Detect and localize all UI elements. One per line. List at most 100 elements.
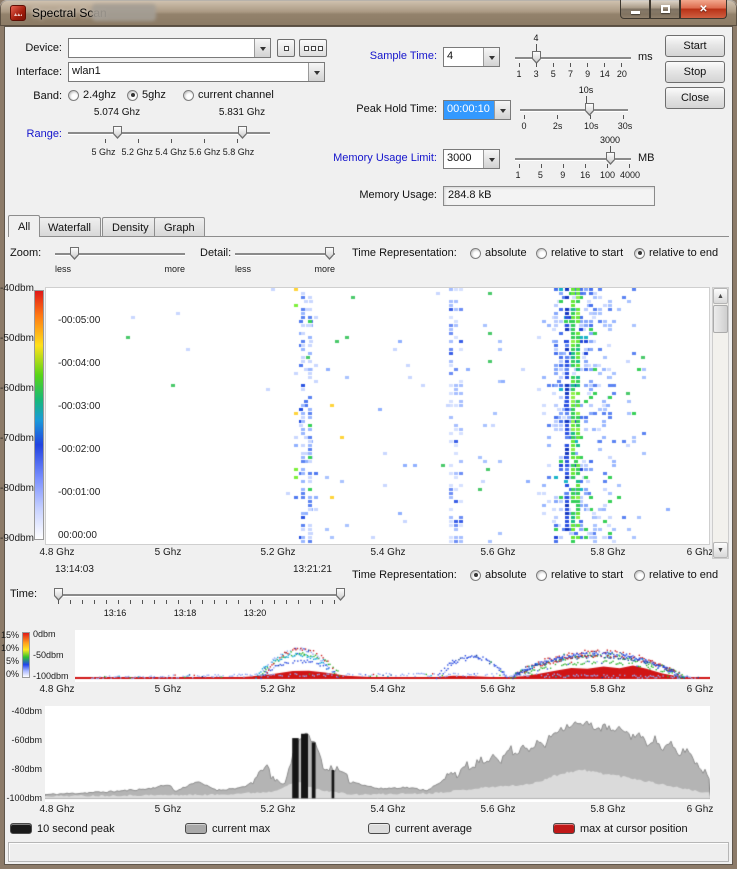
scroll-up-button[interactable]: ▲ <box>713 288 728 304</box>
radio-circle <box>634 248 645 259</box>
freq-axis-label: 5.6 Ghz <box>475 547 521 558</box>
memory-limit-value: 3000 <box>444 150 483 168</box>
percent-label: 10% <box>0 643 19 653</box>
band-radio-5ghz[interactable]: 5ghz <box>127 89 166 101</box>
close-icon: ✕ <box>699 4 707 15</box>
start-button[interactable]: Start <box>665 35 725 57</box>
timerep-top-relative-to-start[interactable]: relative to start <box>536 247 623 259</box>
zoom-slider-thumb[interactable] <box>70 247 79 260</box>
chevron-down-icon <box>494 101 510 119</box>
freq-axis-label: 5.4 Ghz <box>365 684 411 695</box>
range-high-value: 5.831 Ghz <box>212 107 272 118</box>
waterfall-plot[interactable] <box>45 287 710 545</box>
range-slider-low-handle[interactable] <box>113 126 122 139</box>
detail-slider-thumb[interactable] <box>325 247 334 260</box>
radio-circle <box>470 570 481 581</box>
sample-time-value: 4 <box>444 48 483 66</box>
freq-axis-label: 5 Ghz <box>145 804 191 815</box>
tabline <box>8 236 729 237</box>
band-option-label: 2.4ghz <box>83 89 116 101</box>
obscured-text <box>92 4 156 21</box>
memory-limit-ticks <box>519 164 631 168</box>
close-button[interactable]: Close <box>665 87 725 109</box>
band-option-label: 5ghz <box>142 89 166 101</box>
scrollbar-thumb[interactable] <box>713 305 728 333</box>
maximize-button[interactable] <box>650 0 680 19</box>
time-representation-label-top: Time Representation: <box>352 247 457 260</box>
status-bar <box>8 842 729 862</box>
range-slider-high-handle[interactable] <box>238 126 247 139</box>
radio-circle <box>68 90 79 101</box>
memory-usage-label: Memory Usage: <box>330 189 437 202</box>
tab-waterfall[interactable]: Waterfall <box>38 217 101 237</box>
waterfall-colorbar <box>34 290 44 540</box>
freq-axis-label: 5.4 Ghz <box>365 804 411 815</box>
peak-hold-time-value: 00:00:10 <box>444 101 494 119</box>
density-canvas[interactable] <box>75 630 710 682</box>
freq-axis-label: 5 Ghz <box>145 684 191 695</box>
device-list-button[interactable] <box>299 39 327 57</box>
radio-circle <box>183 90 194 101</box>
timerep-top-relative-to-end[interactable]: relative to end <box>634 247 718 259</box>
timerep-bottom-relative-to-start[interactable]: relative to start <box>536 569 623 581</box>
titlebar-close-button[interactable]: ✕ <box>680 0 727 19</box>
timerep-option-label: relative to end <box>649 569 718 581</box>
sample-time-ticks <box>519 63 623 67</box>
timerep-top-absolute[interactable]: absolute <box>470 247 527 259</box>
minimize-button[interactable] <box>620 0 650 19</box>
device-select[interactable] <box>68 38 271 58</box>
scroll-down-button[interactable]: ▼ <box>713 542 728 558</box>
band-radio-current-channel[interactable]: current channel <box>183 89 274 101</box>
chevron-down-icon <box>254 39 270 57</box>
peak-hold-time-label: Peak Hold Time: <box>330 103 437 116</box>
range-label: Range: <box>4 128 62 141</box>
timerep-bottom-absolute[interactable]: absolute <box>470 569 527 581</box>
freq-axis-label: 5.8 Ghz <box>585 547 631 558</box>
band-radio-2-4ghz[interactable]: 2.4ghz <box>68 89 116 101</box>
sample-time-label: Sample Time: <box>330 50 437 63</box>
peak-hold-time-select[interactable]: 00:00:10 <box>443 100 511 120</box>
density-colorbar <box>22 632 30 678</box>
graph-y-label: -100dbm <box>2 793 42 803</box>
waterfall-time-label: -00:01:00 <box>58 487 100 498</box>
device-browse-button[interactable] <box>277 39 295 57</box>
interface-select[interactable]: wlan1 <box>68 62 325 82</box>
minimize-icon <box>631 11 640 14</box>
timerep-bottom-relative-to-end[interactable]: relative to end <box>634 569 718 581</box>
detail-less-label: less <box>235 263 251 276</box>
detail-label: Detail: <box>200 247 231 260</box>
titlebar[interactable]: Spectral Scan ✕ <box>0 0 737 26</box>
waterfall-canvas[interactable] <box>46 288 709 544</box>
zoom-label: Zoom: <box>10 247 41 260</box>
waterfall-scrollbar[interactable]: ▲ ▼ <box>712 287 729 559</box>
dots-icon <box>304 46 309 51</box>
legend-label: 10 second peak <box>37 823 115 836</box>
maximize-icon <box>661 5 670 13</box>
interface-label: Interface: <box>4 66 62 79</box>
time-ticks <box>58 600 341 604</box>
colorbar-label: -80dbm <box>0 483 31 494</box>
radio-circle <box>634 570 645 581</box>
freq-axis-label: 5.6 Ghz <box>475 684 521 695</box>
legend-label: max at cursor position <box>580 823 688 836</box>
tab-all[interactable]: All <box>8 215 40 237</box>
memory-usage-limit-select[interactable]: 3000 <box>443 149 500 169</box>
freq-axis-label: 6 Ghz <box>677 804 723 815</box>
stop-button[interactable]: Stop <box>665 61 725 83</box>
tab-density[interactable]: Density <box>102 217 159 237</box>
sample-time-select[interactable]: 4 <box>443 47 500 67</box>
time-slider-track[interactable] <box>58 594 340 596</box>
zoom-more-label: more <box>155 263 185 276</box>
zoom-less-label: less <box>55 263 71 276</box>
freq-axis-label: 5 Ghz <box>145 547 191 558</box>
memory-limit-unit: MB <box>638 152 655 165</box>
tab-graph[interactable]: Graph <box>154 217 205 237</box>
graph-canvas[interactable] <box>45 706 710 802</box>
percent-label: 5% <box>0 656 19 666</box>
detail-more-label: more <box>305 263 335 276</box>
freq-axis-label: 5.8 Ghz <box>585 804 631 815</box>
detail-slider-track[interactable] <box>235 253 335 255</box>
interface-value: wlan1 <box>69 63 308 81</box>
graph-y-label: -40dbm <box>2 706 42 716</box>
peak-hold-slider-track[interactable] <box>520 109 628 111</box>
